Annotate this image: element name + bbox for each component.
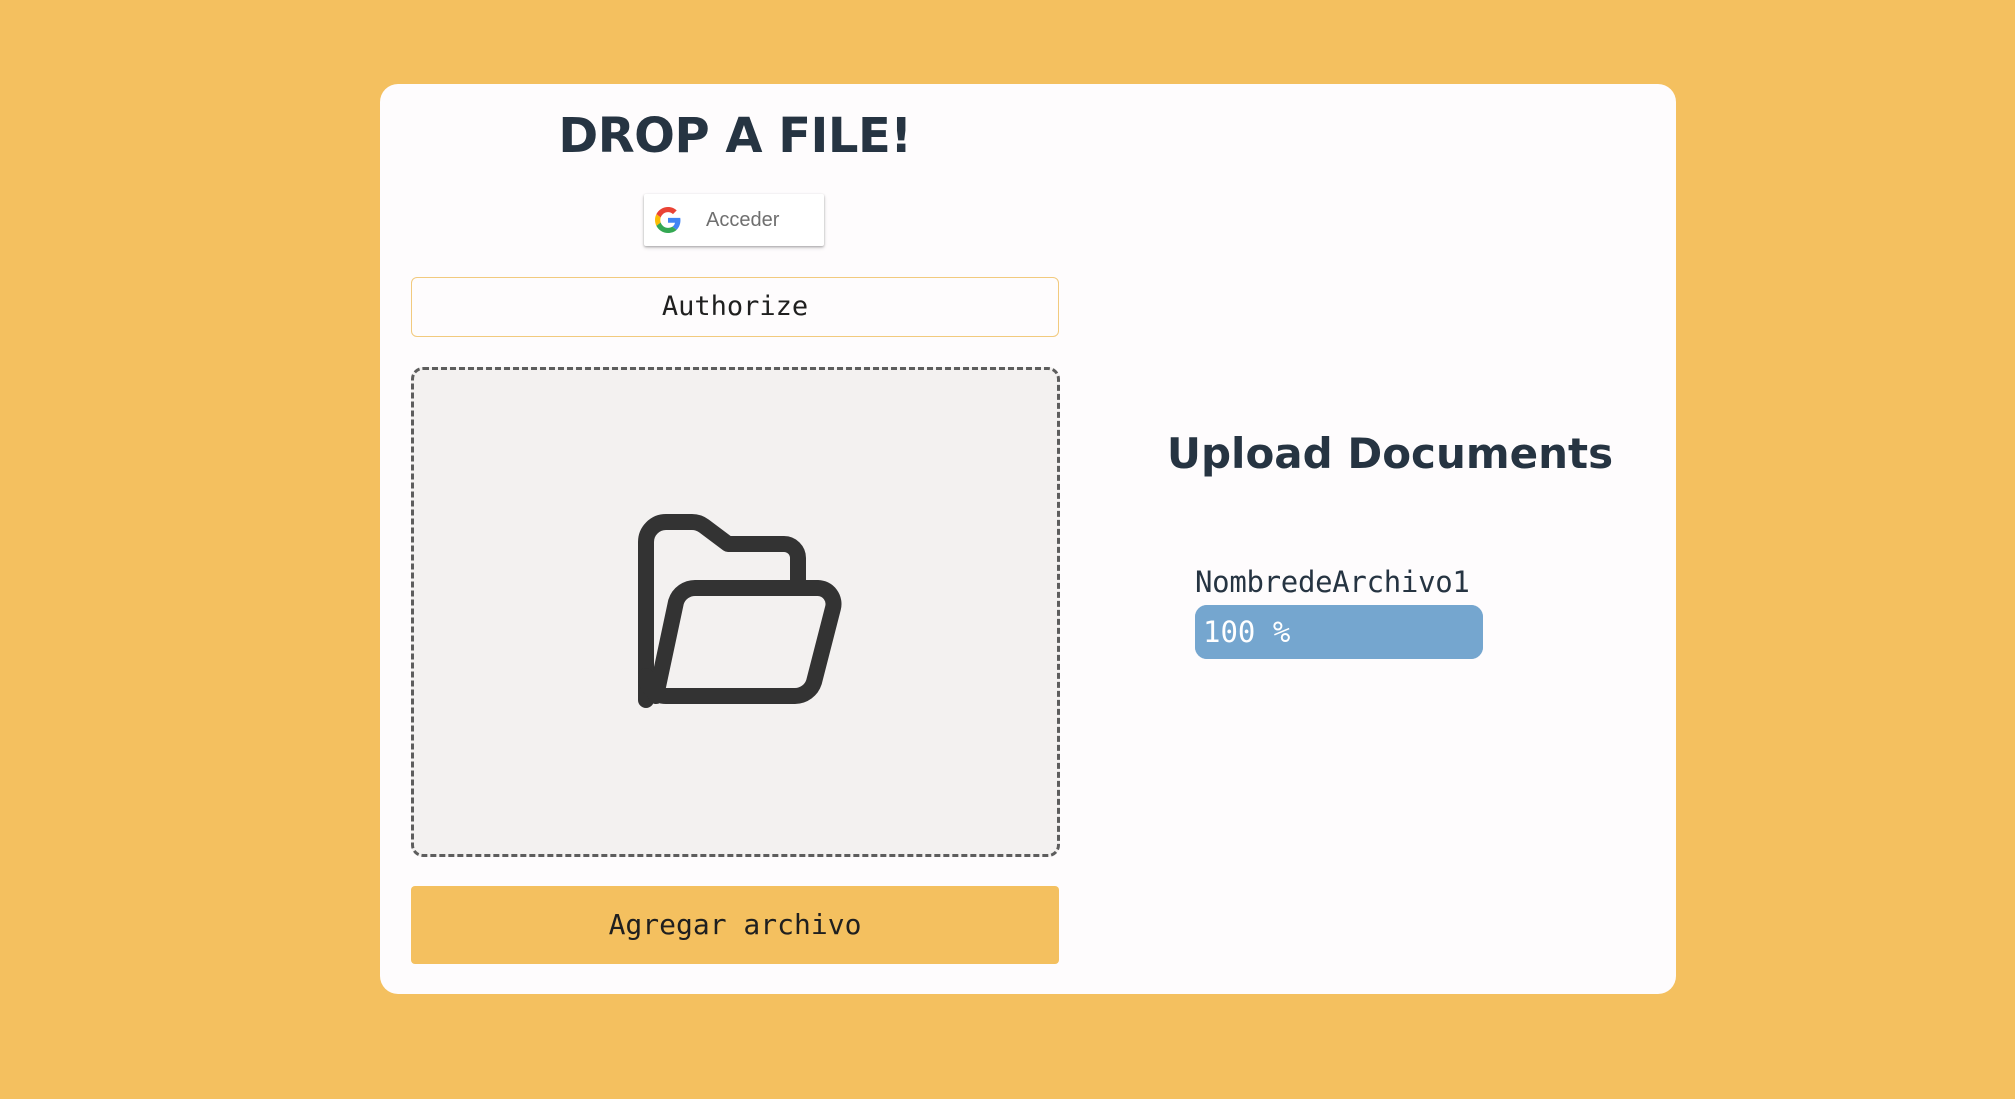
file-item: NombredeArchivo1 100 % (1195, 559, 1495, 659)
folder-open-icon (638, 514, 842, 708)
add-file-button[interactable]: Agregar archivo (411, 886, 1059, 964)
main-card: DROP A FILE! Acceder Authorize Agregar a… (380, 84, 1676, 994)
authorize-button[interactable]: Authorize (411, 277, 1059, 337)
google-signin-button[interactable]: Acceder (644, 194, 824, 246)
page-title: DROP A FILE! (558, 108, 912, 164)
google-signin-label: Acceder (706, 209, 780, 231)
file-dropzone[interactable] (411, 367, 1060, 857)
file-name: NombredeArchivo1 (1195, 565, 1470, 599)
google-icon (655, 207, 681, 233)
upload-documents-title: Upload Documents (1166, 429, 1614, 478)
progress-bar: 100 % (1195, 605, 1483, 659)
progress-label: 100 % (1203, 615, 1291, 649)
